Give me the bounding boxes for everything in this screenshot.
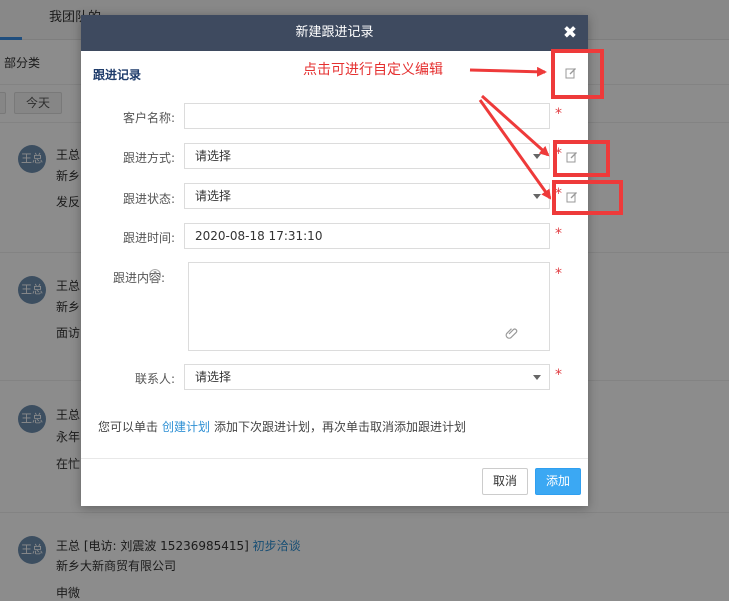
- plan-hint: 您可以单击 创建计划 添加下次跟进计划，再次单击取消添加跟进计划: [98, 418, 466, 435]
- contact-select[interactable]: 请选择: [184, 364, 550, 390]
- follow-method-select[interactable]: 请选择: [184, 143, 550, 169]
- customer-name-label: 客户名称:: [122, 111, 175, 125]
- customer-name-input[interactable]: [184, 103, 550, 129]
- create-plan-link[interactable]: 创建计划: [162, 420, 210, 434]
- hint-after: 添加下次跟进计划，再次单击取消添加跟进计划: [214, 420, 467, 434]
- annotation-text: 点击可进行自定义编辑: [303, 62, 443, 78]
- required-mark: *: [555, 367, 562, 383]
- follow-status-label: 跟进状态:: [122, 192, 175, 206]
- annotation-highlight-box: [551, 49, 604, 99]
- required-mark: *: [555, 106, 562, 122]
- paperclip-icon[interactable]: [505, 326, 519, 340]
- follow-method-placeholder: 请选择: [195, 149, 232, 163]
- new-follow-record-dialog: 新建跟进记录 ✖ 跟进记录 客户名称: * 跟进方式: 请选择 * 跟进状态: …: [81, 15, 588, 506]
- dialog-header: 新建跟进记录 ✖: [81, 15, 588, 51]
- close-icon[interactable]: ✖: [560, 23, 580, 43]
- section-title: 跟进记录: [93, 68, 142, 82]
- follow-method-label: 跟进方式:: [122, 151, 175, 165]
- contact-placeholder: 请选择: [195, 370, 232, 384]
- footer-divider: [81, 458, 588, 459]
- contact-label: 联系人:: [134, 372, 175, 386]
- add-button[interactable]: 添加: [535, 468, 581, 495]
- question-circle-icon[interactable]: ?: [149, 269, 161, 281]
- follow-content-textarea[interactable]: [188, 262, 550, 351]
- cancel-button[interactable]: 取消: [482, 468, 528, 495]
- follow-status-placeholder: 请选择: [195, 189, 232, 203]
- required-mark: *: [555, 266, 562, 282]
- required-mark: *: [555, 226, 562, 242]
- annotation-highlight-box: [552, 180, 623, 215]
- chevron-down-icon: [533, 194, 541, 199]
- chevron-down-icon: [533, 375, 541, 380]
- follow-time-input[interactable]: 2020-08-18 17:31:10: [184, 223, 550, 249]
- hint-before: 您可以单击: [98, 420, 159, 434]
- follow-time-label: 跟进时间:: [122, 231, 175, 245]
- annotation-highlight-box: [553, 140, 610, 177]
- follow-status-select[interactable]: 请选择: [184, 183, 550, 209]
- dialog-title: 新建跟进记录: [295, 25, 374, 40]
- chevron-down-icon: [533, 154, 541, 159]
